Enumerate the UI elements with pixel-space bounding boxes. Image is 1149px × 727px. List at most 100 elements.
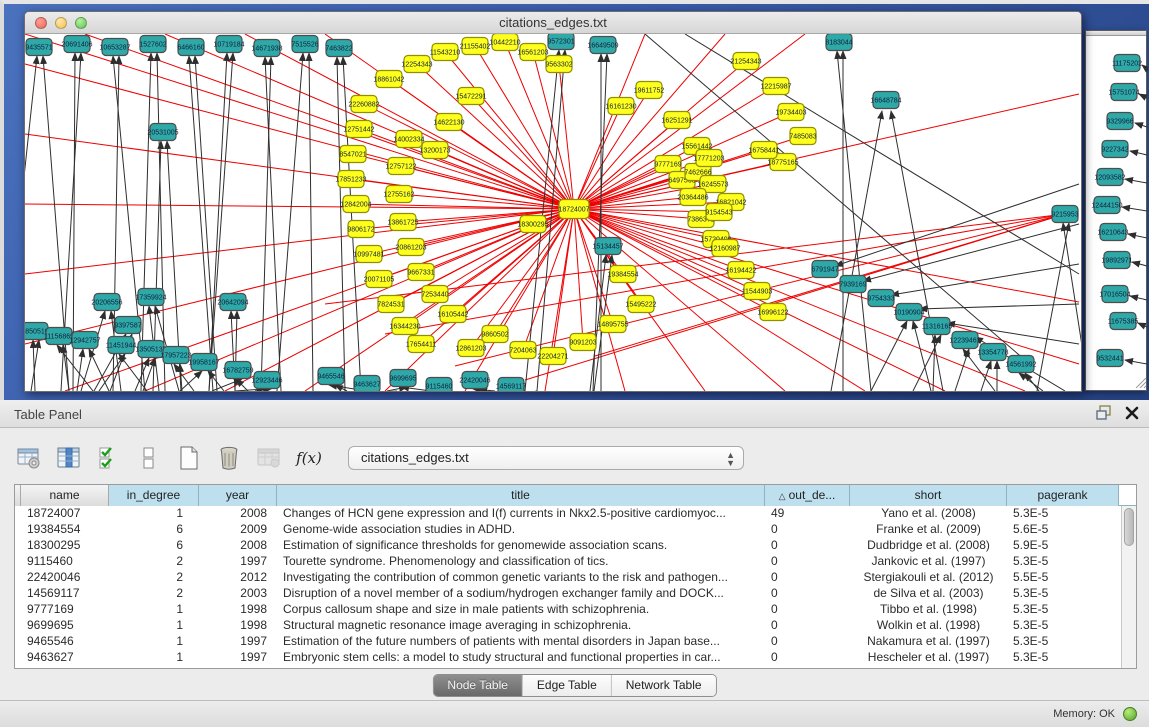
cell-name: 9115460: [21, 554, 109, 570]
table-row[interactable]: 1830029562008Estimation of significance …: [15, 538, 1136, 554]
column-header-in_degree[interactable]: in_degree: [109, 485, 199, 506]
tab-edge-table[interactable]: Edge Table: [522, 675, 611, 696]
svg-text:15134457: 15134457: [592, 244, 623, 251]
svg-text:10442210: 10442210: [489, 40, 520, 47]
table-vertical-scrollbar[interactable]: [1121, 506, 1136, 669]
svg-text:14895755: 14895755: [597, 322, 628, 329]
function-builder-icon[interactable]: f(x): [294, 443, 324, 473]
background-network-window[interactable]: 1117520215751074932996692273421209358212…: [1085, 30, 1147, 391]
svg-text:7939169: 7939169: [839, 282, 866, 289]
cell-short: Nakamura et al. (1997): [850, 634, 1007, 650]
svg-text:19611752: 19611752: [634, 88, 665, 95]
network-window-titlebar[interactable]: citations_edges.txt: [25, 12, 1081, 34]
svg-text:21155402: 21155402: [460, 44, 491, 51]
new-column-icon[interactable]: [174, 443, 204, 473]
column-header-short[interactable]: short: [850, 485, 1007, 506]
table-selector-value: citations_edges.txt: [361, 450, 469, 465]
cell-pagerank: 5.3E-5: [1007, 618, 1119, 634]
tab-network-table[interactable]: Network Table: [611, 675, 716, 696]
svg-text:9329966: 9329966: [1106, 119, 1133, 126]
svg-text:9091203: 9091203: [569, 340, 596, 347]
svg-text:15495222: 15495222: [625, 302, 656, 309]
cell-out_de...: 0: [765, 570, 850, 586]
table-row[interactable]: 946554611997Estimation of the future num…: [15, 634, 1136, 650]
svg-text:17851233: 17851233: [335, 177, 366, 184]
table-row[interactable]: 2242004622012Investigating the contribut…: [15, 570, 1136, 586]
table-row[interactable]: 977716911998Corpus callosum shape and si…: [15, 602, 1136, 618]
svg-text:14002334: 14002334: [393, 137, 424, 144]
network-canvas[interactable]: 9435571206914061065328715276026466160107…: [25, 34, 1081, 391]
column-header-name[interactable]: name: [21, 485, 109, 506]
scrollbar-thumb[interactable]: [1124, 508, 1134, 546]
svg-text:9215953: 9215953: [1051, 212, 1078, 219]
svg-text:16648784: 16648784: [870, 98, 901, 105]
svg-text:17957223: 17957223: [160, 353, 191, 360]
svg-text:17016504: 17016504: [1099, 292, 1130, 299]
svg-text:9699695: 9699695: [389, 376, 416, 383]
table-settings-icon[interactable]: [14, 443, 44, 473]
cell-name: 9699695: [21, 618, 109, 634]
background-network-canvas[interactable]: 1117520215751074932996692273421209358212…: [1086, 36, 1148, 392]
cell-title: Tourette syndrome. Phenomenology and cla…: [277, 554, 765, 570]
cell-out_de...: 0: [765, 634, 850, 650]
table-row[interactable]: 946362711997Embryonic stem cells: a mode…: [15, 650, 1136, 666]
table-row[interactable]: 1872400712008Changes of HCN gene express…: [15, 506, 1136, 522]
cell-year: 2008: [199, 506, 277, 522]
svg-text:8183044: 8183044: [825, 40, 852, 47]
svg-text:9435571: 9435571: [25, 45, 52, 52]
svg-text:16782759: 16782759: [222, 368, 253, 375]
cell-short: Wolkin et al. (1998): [850, 618, 1007, 634]
svg-text:15751074: 15751074: [1108, 90, 1139, 97]
svg-text:9463627: 9463627: [353, 382, 380, 389]
table-body: 1872400712008Changes of HCN gene express…: [15, 506, 1136, 666]
svg-text:9777169: 9777169: [654, 162, 681, 169]
cell-title: Investigating the contribution of common…: [277, 570, 765, 586]
unselect-all-icon[interactable]: [134, 443, 164, 473]
svg-text:14671938: 14671938: [251, 46, 282, 53]
selector-stepper-icon: ▲▼: [726, 451, 735, 467]
network-window[interactable]: citations_edges.txt 94355712069140610653…: [24, 11, 1082, 392]
table-row[interactable]: 1938455462009Genome-wide association stu…: [15, 522, 1136, 538]
column-header-out_de...[interactable]: △out_de...: [765, 485, 850, 506]
cell-year: 1997: [199, 554, 277, 570]
svg-text:16561203: 16561203: [517, 50, 548, 57]
svg-text:7204063: 7204063: [509, 348, 536, 355]
table-row[interactable]: 911546021997Tourette syndrome. Phenomeno…: [15, 554, 1136, 570]
svg-text:9154543: 9154543: [705, 210, 732, 217]
svg-text:19734403: 19734403: [775, 110, 806, 117]
delete-column-icon[interactable]: [214, 443, 244, 473]
float-window-icon[interactable]: [1096, 405, 1113, 421]
svg-text:14622130: 14622130: [433, 120, 464, 127]
select-all-icon[interactable]: [94, 443, 124, 473]
cell-short: Tibbo et al. (1998): [850, 602, 1007, 618]
svg-text:12254343: 12254343: [401, 62, 432, 69]
cell-pagerank: 5.3E-5: [1007, 634, 1119, 650]
column-header-pagerank[interactable]: pagerank: [1007, 485, 1119, 506]
svg-text:14561992: 14561992: [1005, 362, 1036, 369]
delete-table-icon[interactable]: [254, 443, 284, 473]
column-header-title[interactable]: title: [277, 485, 765, 506]
svg-text:17654411: 17654411: [406, 342, 437, 349]
cell-out_de...: 49: [765, 506, 850, 522]
cell-name: 22420046: [21, 570, 109, 586]
svg-text:7485083: 7485083: [789, 134, 816, 141]
memory-ok-icon: [1123, 707, 1137, 721]
svg-text:10653287: 10653287: [99, 45, 130, 52]
cell-name: 9465546: [21, 634, 109, 650]
table-row[interactable]: 969969511998Structural magnetic resonanc…: [15, 618, 1136, 634]
svg-text:12444150: 12444150: [1091, 203, 1122, 210]
show-column-icon[interactable]: [54, 443, 84, 473]
close-panel-icon[interactable]: [1125, 406, 1139, 420]
svg-text:6466160: 6466160: [177, 45, 204, 52]
svg-text:16996122: 16996122: [757, 310, 788, 317]
svg-text:12751442: 12751442: [343, 127, 374, 134]
table-row[interactable]: 1456911722003Disruption of a novel membe…: [15, 586, 1136, 602]
cell-in_degree: 2: [109, 570, 199, 586]
cell-year: 1998: [199, 602, 277, 618]
cell-in_degree: 1: [109, 634, 199, 650]
cell-out_de...: 0: [765, 602, 850, 618]
table-selector[interactable]: citations_edges.txt ▲▼: [348, 446, 744, 470]
column-header-year[interactable]: year: [199, 485, 277, 506]
table-header-row: namein_degreeyeartitle△out_de...shortpag…: [15, 485, 1136, 506]
tab-node-table[interactable]: Node Table: [433, 675, 522, 696]
